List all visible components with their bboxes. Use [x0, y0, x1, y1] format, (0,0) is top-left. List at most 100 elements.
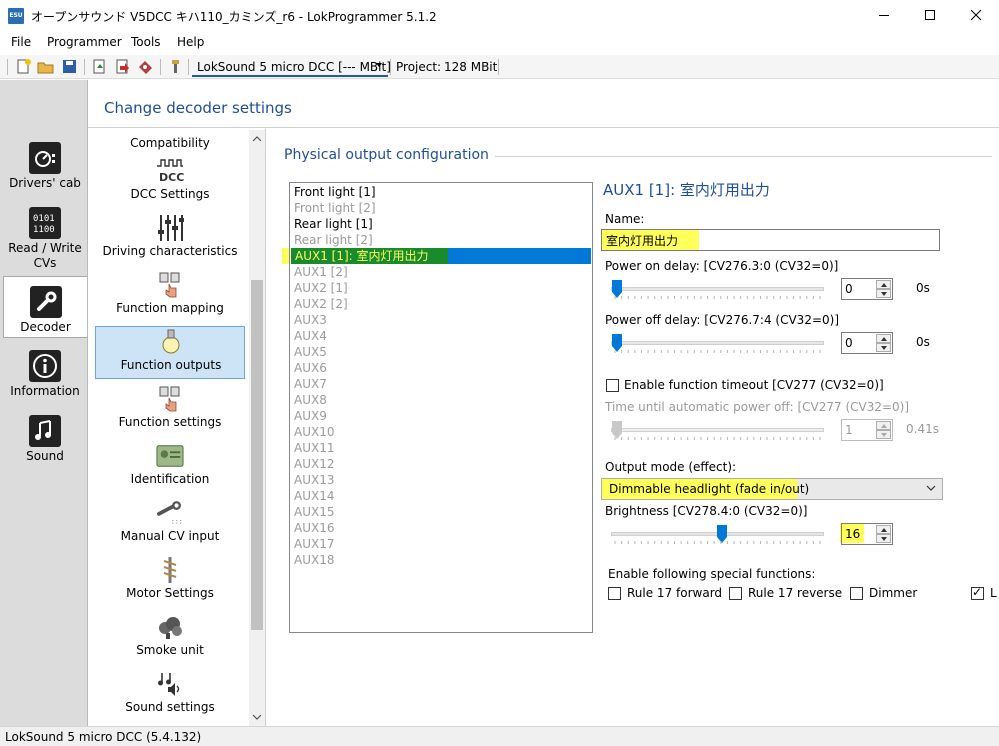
rule17-reverse-label: Rule 17 reverse [748, 586, 843, 600]
category-identification[interactable]: Identification [95, 441, 245, 494]
window-title: オープンサウンド V5DCC キハ110_カミンズ_r6 - LokProgra… [31, 10, 437, 24]
spinner-up-button[interactable] [876, 334, 891, 343]
output-list-item[interactable]: AUX17 [294, 537, 334, 552]
power-off-delay-spinner[interactable]: 0 [841, 332, 893, 354]
led-mode-checkbox[interactable] [971, 585, 984, 600]
spinner-up-button[interactable] [876, 280, 891, 289]
menu-tools[interactable]: Tools [131, 35, 161, 49]
power-off-delay-slider[interactable] [611, 341, 824, 345]
output-list-item[interactable]: AUX15 [294, 505, 334, 520]
nav-decoder[interactable]: Decoder [3, 276, 87, 338]
power-off-delay-unit: 0s [916, 335, 930, 349]
menu-programmer[interactable]: Programmer [47, 35, 122, 49]
power-on-delay-spinner[interactable]: 0 [841, 278, 893, 300]
spinner-value: 0 [845, 282, 853, 296]
output-list-item[interactable]: AUX7 [294, 377, 327, 392]
category-label: Smoke unit [136, 643, 204, 657]
output-list-item[interactable]: Rear light [1] [294, 217, 373, 232]
output-list-item[interactable]: Rear light [2] [294, 233, 373, 248]
category-compatibility[interactable]: Compatibility [95, 129, 245, 158]
output-selected-row[interactable]: AUX1 [1]: 室内灯用出力 [291, 248, 591, 264]
output-list-item[interactable]: AUX18 [294, 553, 334, 568]
information-icon [29, 350, 61, 382]
spinner-up-button[interactable] [876, 525, 891, 534]
rule17-forward-checkbox[interactable] [608, 587, 621, 600]
nav-drivers-cab[interactable]: Drivers' cab [3, 142, 87, 198]
function-timeout-checkbox[interactable] [606, 379, 619, 392]
dimmer-checkbox[interactable] [850, 587, 863, 600]
read-write-cvs-icon: 0101 1100 [29, 207, 61, 239]
category-smoke-unit[interactable]: Smoke unit [95, 612, 245, 665]
output-list[interactable]: AUX1 [1]: 室内灯用出力 Front light [1] Front li… [289, 182, 593, 633]
auto-power-off-spinner: 1 [841, 419, 893, 441]
auto-power-off-slider [611, 428, 824, 432]
export-icon[interactable] [114, 58, 131, 75]
output-list-item[interactable]: AUX10 [294, 425, 334, 440]
output-list-item[interactable]: Front light [2] [294, 201, 376, 216]
output-list-item[interactable]: AUX16 [294, 521, 334, 536]
import-icon[interactable] [91, 58, 108, 75]
menu-help[interactable]: Help [177, 35, 204, 49]
category-function-settings[interactable]: Function settings [95, 384, 245, 437]
output-mode-select[interactable]: Dimmable headlight (fade in/out) [601, 478, 943, 500]
scrollbar-thumb[interactable] [251, 280, 263, 630]
close-button[interactable] [953, 0, 999, 31]
category-sound-settings[interactable]: Sound settings [95, 669, 245, 722]
menu-file[interactable]: File [11, 35, 31, 49]
category-manual-cv-input[interactable]: ::: Manual CV input [95, 498, 245, 551]
spinner-down-button[interactable] [876, 534, 891, 543]
special-functions-label: Enable following special functions: [608, 567, 816, 581]
output-list-item[interactable]: Front light [1] [294, 185, 376, 200]
output-list-item[interactable]: AUX3 [294, 313, 327, 328]
category-function-outputs[interactable]: Function outputs [95, 326, 245, 379]
output-list-item[interactable]: AUX4 [294, 329, 327, 344]
output-list-item[interactable]: AUX2 [2] [294, 297, 348, 312]
new-file-icon[interactable] [15, 58, 32, 75]
power-on-delay-slider[interactable] [611, 287, 824, 291]
scroll-up-icon[interactable] [249, 132, 265, 146]
category-dcc-settings[interactable]: DCC DCC Settings [95, 156, 245, 209]
category-motor-settings[interactable]: Motor Settings [95, 555, 245, 608]
maximize-icon [924, 10, 935, 20]
name-input-value: 室内灯用出力 [606, 234, 679, 248]
nav-information[interactable]: Information [3, 350, 87, 406]
name-input[interactable]: 室内灯用出力 [601, 229, 940, 251]
spinner-down-button[interactable] [876, 343, 891, 352]
scroll-down-icon[interactable] [249, 710, 265, 724]
rule17-reverse-checkbox[interactable] [729, 587, 742, 600]
output-list-item[interactable]: AUX2 [1] [294, 281, 348, 296]
output-mode-value: Dimmable headlight (fade in/out) [609, 482, 810, 496]
name-label: Name: [605, 212, 645, 226]
power-on-delay-unit: 0s [916, 281, 930, 295]
minimize-button[interactable] [861, 0, 907, 31]
output-list-item[interactable]: AUX14 [294, 489, 334, 504]
title-bar: ESU オープンサウンド V5DCC キハ110_カミンズ_r6 - LokPr… [0, 0, 999, 31]
output-list-item[interactable]: AUX6 [294, 361, 327, 376]
output-list-item[interactable]: AUX9 [294, 409, 327, 424]
output-list-item[interactable]: AUX13 [294, 473, 334, 488]
output-list-item[interactable]: AUX5 [294, 345, 327, 360]
open-folder-icon[interactable] [37, 58, 54, 75]
category-scrollbar[interactable] [249, 130, 265, 726]
output-list-item[interactable]: AUX11 [294, 441, 334, 456]
nav-read-write-cvs[interactable]: 0101 1100 Read / Write CVs [3, 207, 87, 273]
maximize-button[interactable] [907, 0, 953, 31]
output-list-item[interactable]: AUX8 [294, 393, 327, 408]
save-icon[interactable] [61, 58, 78, 75]
decoder-type-select[interactable]: LokSound 5 micro DCC [--- MBit] [192, 57, 391, 77]
output-list-item[interactable]: AUX1 [2] [294, 265, 348, 280]
programmer-key-icon[interactable] [167, 58, 184, 75]
spinner-down-button[interactable] [876, 289, 891, 298]
left-navigation: Drivers' cab 0101 1100 Read / Write CVs D… [0, 80, 88, 726]
brightness-spinner[interactable]: 16 [841, 523, 893, 545]
write-decoder-icon[interactable] [137, 58, 154, 75]
category-driving-characteristics[interactable]: Driving characteristics [95, 213, 245, 266]
slider-ticks [614, 296, 821, 299]
category-function-mapping[interactable]: Function mapping [95, 270, 245, 323]
toolbar-separator [498, 59, 499, 75]
output-list-item[interactable]: AUX12 [294, 457, 334, 472]
dimmer-label: Dimmer [869, 586, 918, 600]
power-on-delay-label: Power on delay: [CV276.3:0 (CV32=0)] [605, 259, 839, 273]
output-mode-label: Output mode (effect): [605, 460, 737, 474]
nav-sound[interactable]: Sound [3, 415, 87, 471]
